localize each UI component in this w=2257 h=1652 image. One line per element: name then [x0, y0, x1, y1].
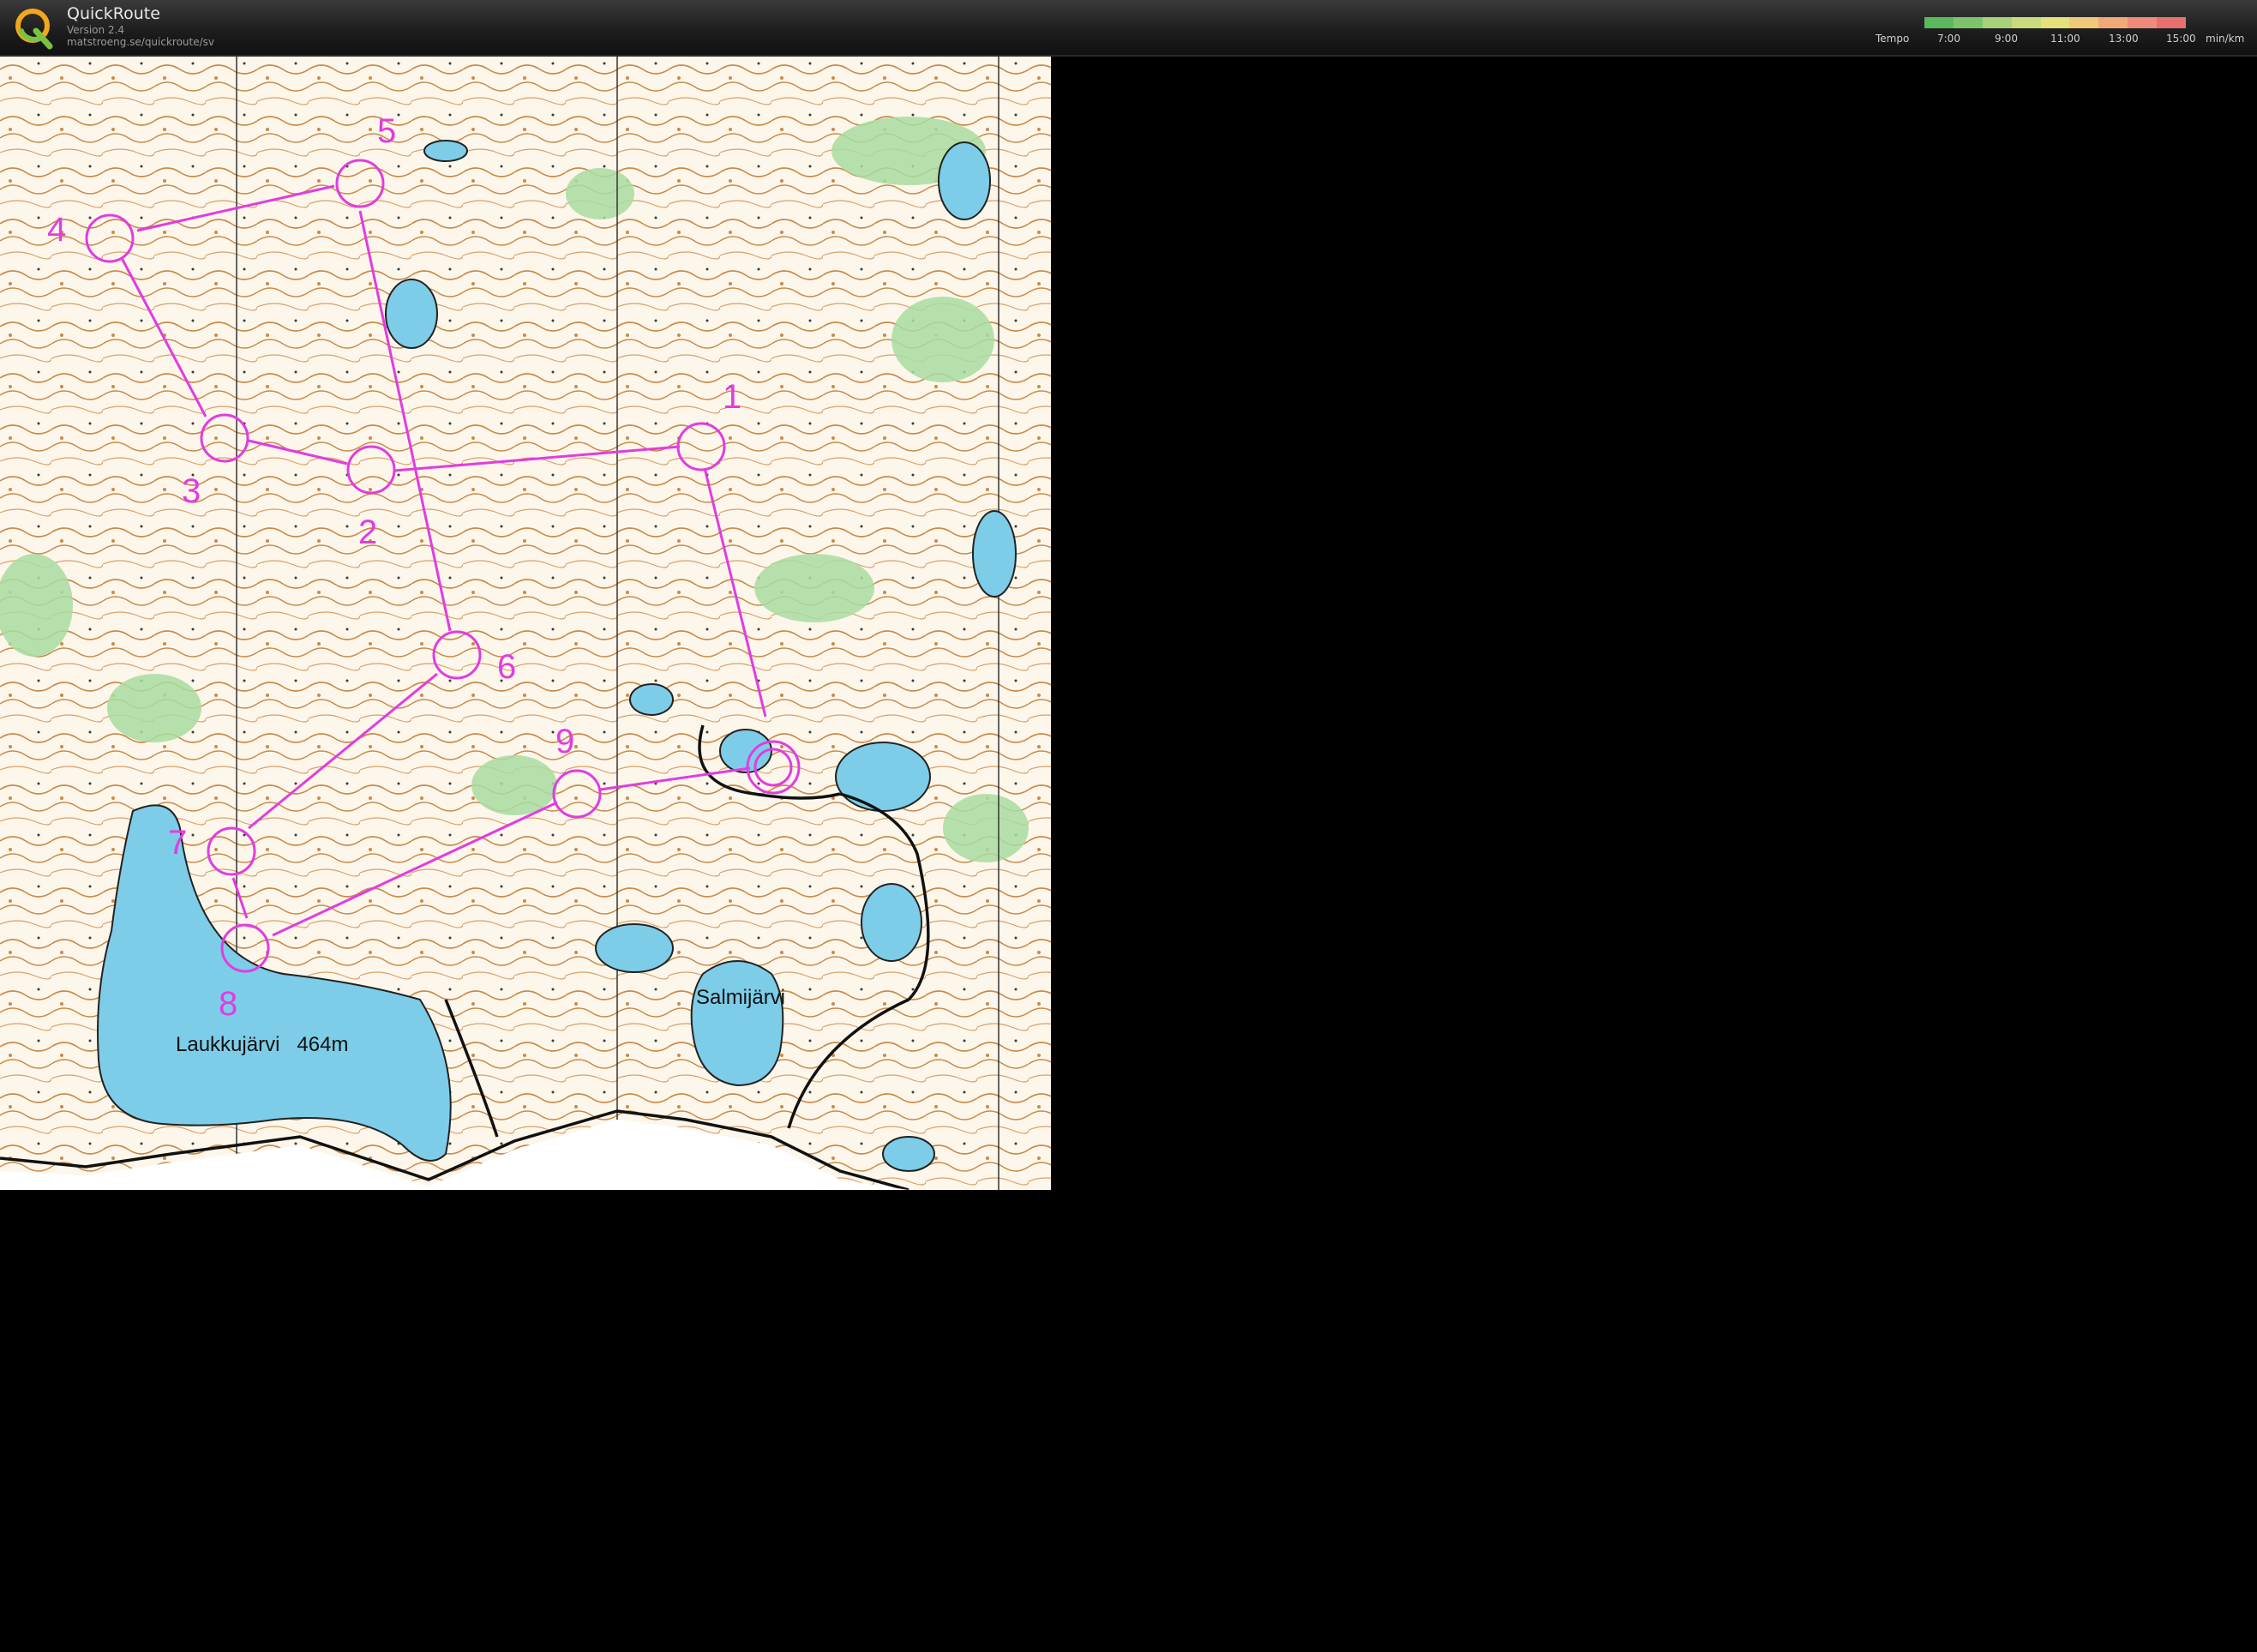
control-5-number: 5 — [377, 112, 396, 150]
tempo-color-scale — [1924, 17, 2187, 28]
app-url-link[interactable]: matstroeng.se/quickroute/sv — [67, 36, 214, 48]
tempo-scale-swatch-2 — [1982, 17, 2012, 28]
tempo-scale-swatch-0 — [1924, 17, 1954, 28]
control-1-number: 1 — [723, 378, 741, 416]
title-bar: QuickRoute Version 2.4 matstroeng.se/qui… — [0, 0, 2257, 57]
laukkujarvi-label: Laukkujärvi 464m — [176, 1033, 348, 1056]
lake-ne-1 — [938, 141, 991, 220]
lake-mid — [629, 683, 674, 716]
tempo-tick-11: 11:00 — [2050, 33, 2080, 45]
control-6-number: 6 — [497, 648, 516, 686]
tempo-scale-swatch-4 — [2040, 17, 2070, 28]
lake-south-1 — [595, 923, 674, 973]
control-2-number: 2 — [358, 514, 377, 551]
control-4-number: 4 — [47, 211, 66, 249]
quickroute-logo-icon — [15, 9, 53, 50]
salmijarvi-label: Salmijärvi — [696, 986, 785, 1009]
tempo-label: Tempo — [1876, 33, 1910, 45]
lake-south-2 — [861, 883, 922, 962]
tempo-scale-swatch-3 — [2011, 17, 2041, 28]
tempo-scale-swatch-6 — [2098, 17, 2128, 28]
app-title: QuickRoute — [67, 4, 160, 23]
salmijarvi-lake — [690, 960, 784, 1087]
tempo-scale-swatch-1 — [1953, 17, 1983, 28]
tempo-tick-13: 13:00 — [2109, 33, 2139, 45]
lake-north-2 — [385, 279, 438, 349]
tempo-tick-9: 9:00 — [1995, 33, 2018, 45]
lake-north-1 — [423, 140, 468, 162]
lake-east-1 — [835, 742, 931, 812]
app-version: Version 2.4 — [67, 24, 125, 36]
tempo-tick-7: 7:00 — [1937, 33, 1960, 45]
tempo-scale-swatch-8 — [2157, 17, 2187, 28]
tempo-unit: min/km — [2206, 33, 2245, 45]
orienteering-map[interactable]: 1 2 3 4 5 6 7 8 9 Laukkujärvi 464m Salmi… — [0, 57, 1051, 1190]
control-3-number: 3 — [182, 472, 201, 510]
control-7-number: 7 — [168, 824, 187, 862]
control-8-number: 8 — [219, 985, 237, 1023]
lake-ne-2 — [972, 510, 1017, 598]
tempo-scale-swatch-7 — [2128, 17, 2158, 28]
tempo-scale-swatch-5 — [2069, 17, 2099, 28]
tempo-tick-15: 15:00 — [2166, 33, 2196, 45]
control-9-number: 9 — [555, 723, 574, 760]
